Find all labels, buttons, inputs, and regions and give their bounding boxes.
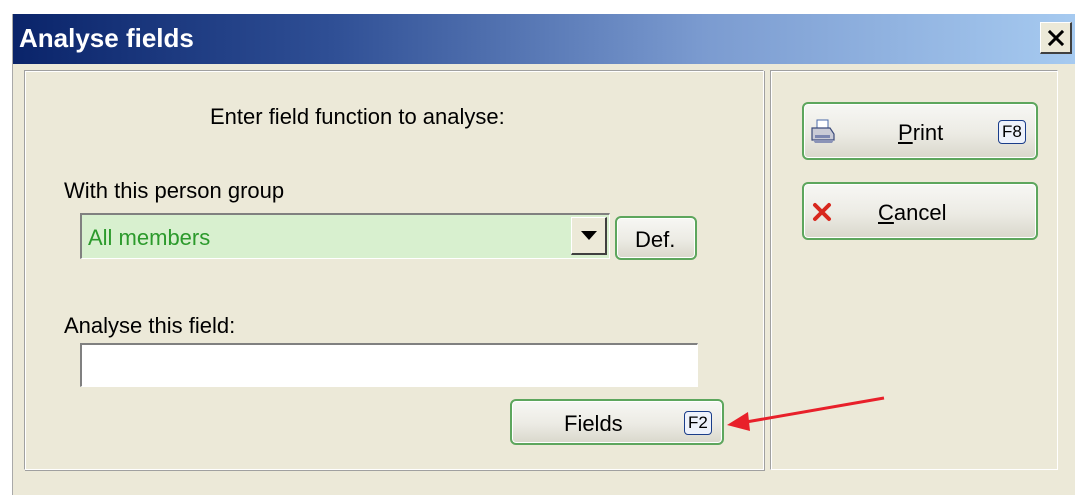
- heading-label: Enter field function to analyse:: [210, 104, 505, 129]
- person-group-select[interactable]: All members: [80, 213, 610, 259]
- person-group-value: All members: [88, 225, 211, 250]
- shortcut-badge-f8: F8: [998, 120, 1026, 144]
- def-button-label: Def.: [635, 227, 676, 252]
- print-button-label: Print: [898, 120, 944, 145]
- dropdown-arrow-button[interactable]: [571, 217, 607, 255]
- fields-button[interactable]: Fields F2: [510, 399, 724, 445]
- def-button[interactable]: Def.: [615, 216, 697, 260]
- analyse-field-input[interactable]: [80, 343, 698, 387]
- person-group-label: With this person group: [64, 178, 285, 203]
- close-button[interactable]: [1040, 22, 1072, 54]
- title-bar[interactable]: Analyse fields: [13, 14, 1075, 64]
- fields-button-label: Fields: [564, 411, 623, 436]
- window-title: Analyse fields: [19, 23, 194, 53]
- red-x-icon: [813, 203, 831, 221]
- printer-icon: [811, 119, 835, 143]
- close-icon: [1047, 29, 1064, 46]
- cancel-button-label: Cancel: [878, 200, 947, 225]
- analyse-field-label: Analyse this field:: [64, 313, 236, 338]
- shortcut-badge-f2: F2: [684, 411, 712, 435]
- print-button[interactable]: Print F8: [802, 102, 1038, 160]
- cancel-button[interactable]: Cancel: [802, 182, 1038, 240]
